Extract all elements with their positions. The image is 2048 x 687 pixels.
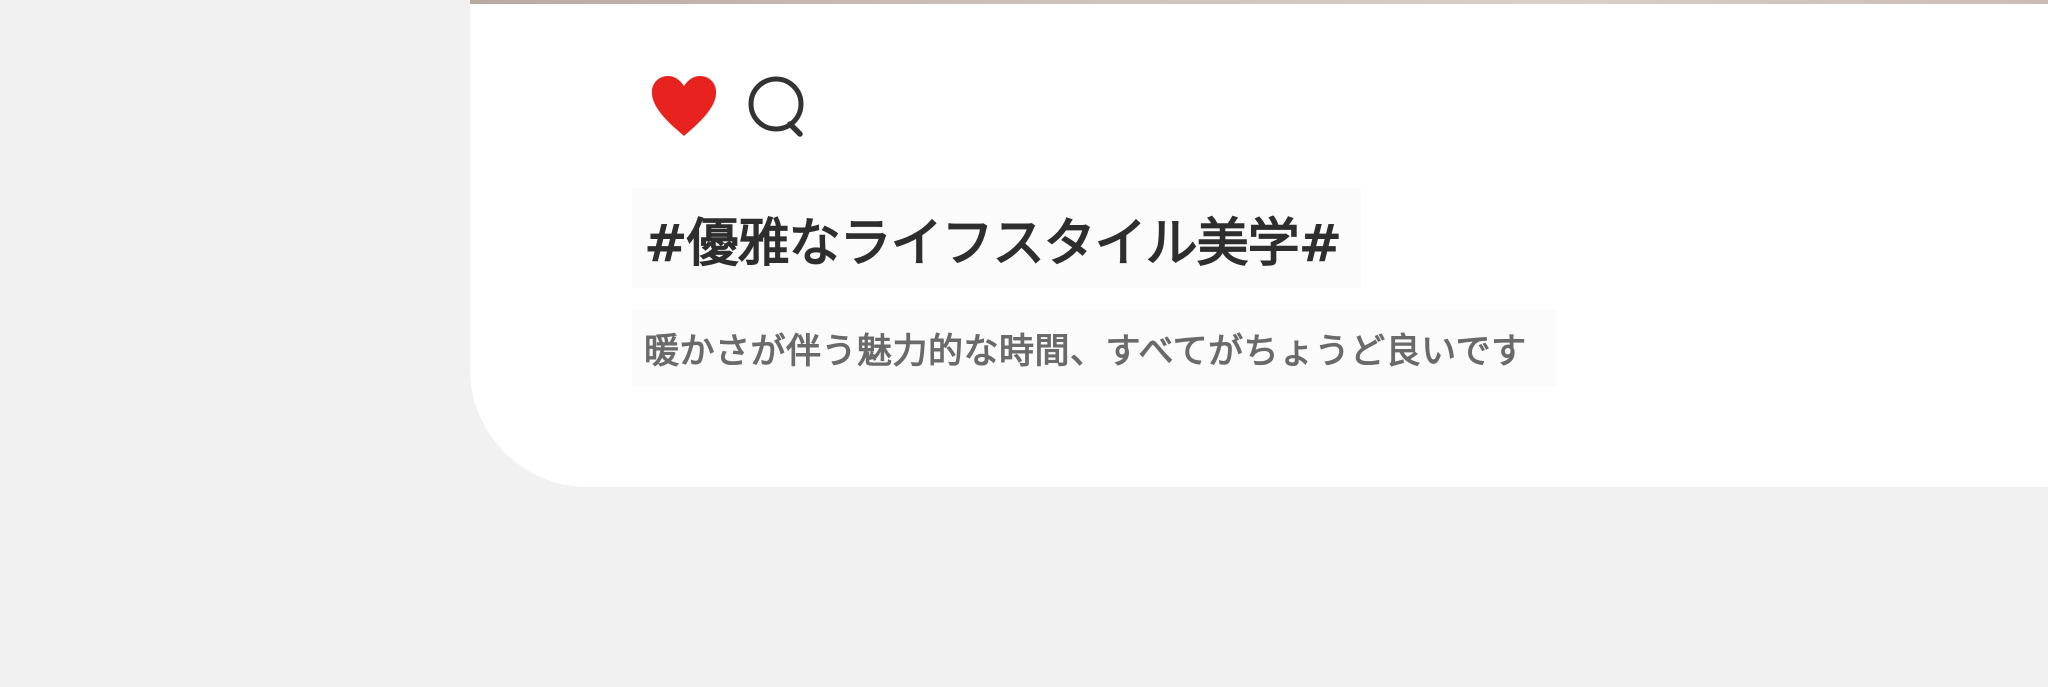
post-image-bottom-edge — [470, 0, 2048, 4]
post-actions — [648, 70, 814, 142]
comment-button[interactable] — [742, 70, 814, 142]
post-hashtag-title[interactable]: #優雅なライフスタイル美学# — [632, 188, 1362, 288]
comment-bubble-icon — [748, 76, 804, 137]
post-card: #優雅なライフスタイル美学# 暖かさが伴う魅力的な時間、すべてがちょうど良いです — [470, 0, 2048, 487]
like-button[interactable] — [648, 70, 720, 142]
heart-icon — [651, 76, 717, 136]
post-description: 暖かさが伴う魅力的な時間、すべてがちょうど良いです — [632, 310, 1557, 386]
